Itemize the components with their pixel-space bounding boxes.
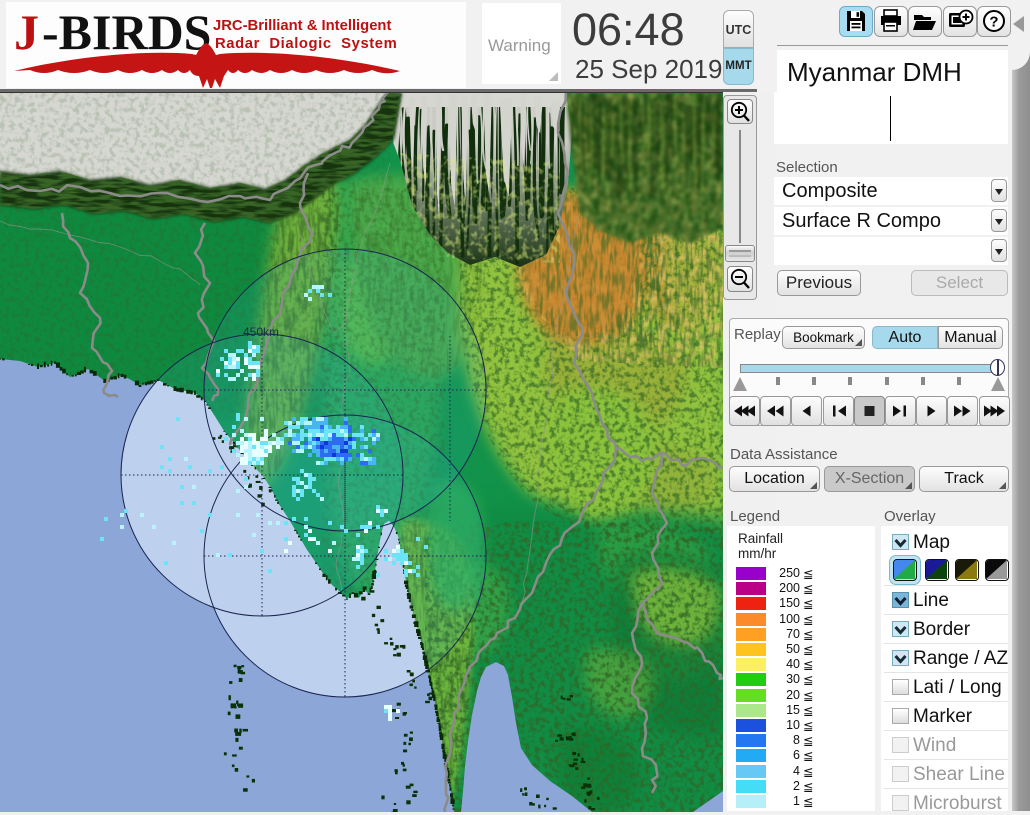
- svg-text:?: ?: [989, 14, 998, 31]
- svg-text:450km: 450km: [243, 325, 279, 339]
- svg-text:J: J: [14, 4, 39, 60]
- svg-text:Radar Dialogic System: Radar Dialogic System: [215, 36, 397, 52]
- svg-text:JRC-Brilliant & Intelligent: JRC-Brilliant & Intelligent: [213, 18, 391, 34]
- svg-text:-BIRDS: -BIRDS: [42, 4, 211, 60]
